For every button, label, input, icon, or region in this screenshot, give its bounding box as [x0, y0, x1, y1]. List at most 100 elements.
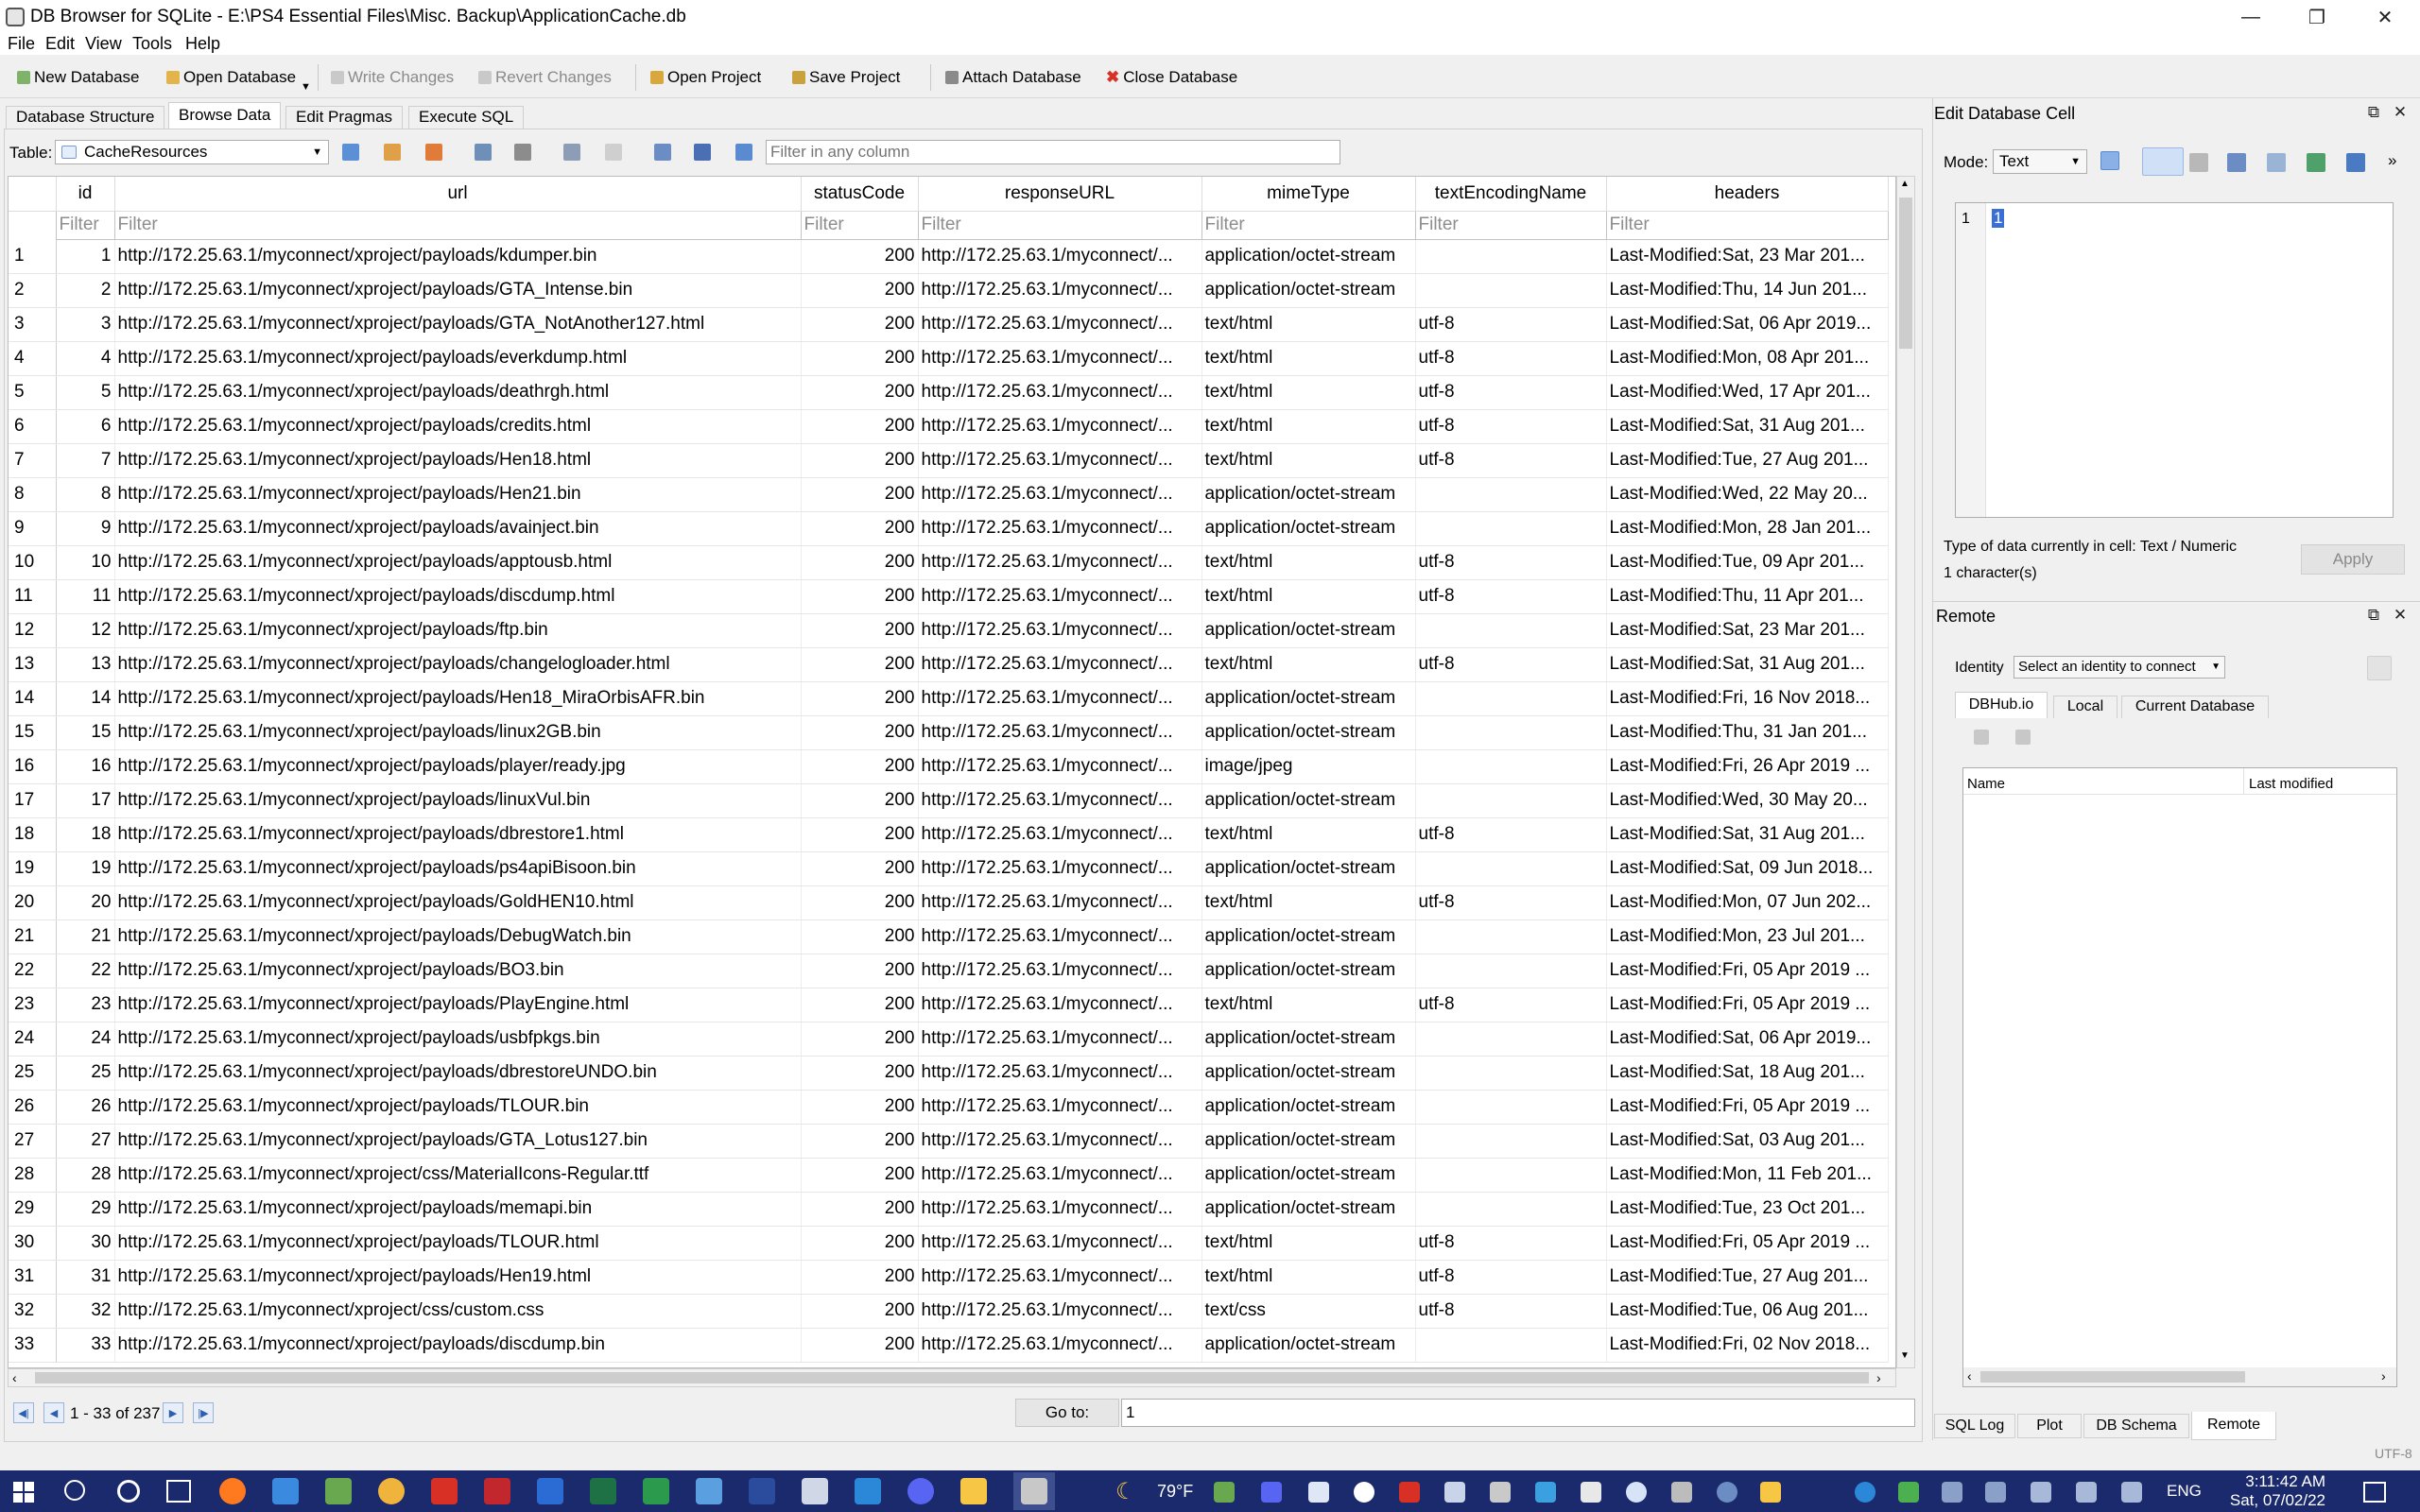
table-row[interactable]: 12 12 http://172.25.63.1/myconnect/xprojec… — [9, 613, 1889, 648]
row-number[interactable]: 19 — [9, 851, 57, 886]
cell-textencodingname[interactable] — [1415, 681, 1607, 716]
cell-mimetype[interactable]: application/octet-stream — [1201, 1192, 1416, 1227]
cell-statuscode[interactable]: 200 — [801, 307, 919, 342]
notification-center-icon[interactable] — [2363, 1482, 2386, 1503]
cell-headers[interactable]: Last-Modified:Tue, 09 Apr 201... — [1606, 545, 1889, 580]
cell-id[interactable]: 33 — [56, 1328, 115, 1363]
scroll-down-icon[interactable]: ▼ — [1900, 1350, 1910, 1361]
cell-url[interactable]: http://172.25.63.1/myconnect/xproject/pa… — [114, 1022, 802, 1057]
cell-url[interactable]: http://172.25.63.1/myconnect/xproject/pa… — [114, 511, 802, 546]
cell-mimetype[interactable]: text/html — [1201, 579, 1416, 614]
table-row[interactable]: 24 24 http://172.25.63.1/myconnect/xprojec… — [9, 1022, 1889, 1057]
save-project-button[interactable]: Save Project — [792, 66, 900, 89]
battery-icon[interactable] — [2121, 1482, 2142, 1503]
cell-statuscode[interactable]: 200 — [801, 749, 919, 784]
cell-headers[interactable]: Last-Modified:Sat, 06 Apr 2019... — [1606, 1022, 1889, 1057]
cell-statuscode[interactable]: 200 — [801, 1022, 919, 1057]
cell-id[interactable]: 2 — [56, 273, 115, 308]
app-icon[interactable] — [537, 1478, 563, 1504]
cell-responseurl[interactable]: http://172.25.63.1/myconnect/... — [918, 749, 1202, 784]
cell-headers[interactable]: Last-Modified:Fri, 05 Apr 2019 ... — [1606, 1226, 1889, 1261]
weather-icon[interactable]: ☾ — [1115, 1478, 1136, 1505]
column-header-textencodingname[interactable]: textEncodingName — [1415, 177, 1607, 212]
tray-app-icon[interactable] — [1760, 1482, 1781, 1503]
app-icon[interactable] — [325, 1478, 352, 1504]
cell-url[interactable]: http://172.25.63.1/myconnect/xproject/pa… — [114, 954, 802, 988]
cell-headers[interactable]: Last-Modified:Sat, 23 Mar 201... — [1606, 239, 1889, 274]
tray-app-icon[interactable] — [1671, 1482, 1692, 1503]
row-number[interactable]: 26 — [9, 1090, 57, 1125]
cell-textencodingname[interactable] — [1415, 1158, 1607, 1193]
cell-textencodingname[interactable] — [1415, 1124, 1607, 1159]
cell-headers[interactable]: Last-Modified:Sat, 09 Jun 2018... — [1606, 851, 1889, 886]
cell-textencodingname[interactable] — [1415, 749, 1607, 784]
table-row[interactable]: 25 25 http://172.25.63.1/myconnect/xprojec… — [9, 1056, 1889, 1091]
cell-id[interactable]: 17 — [56, 783, 115, 818]
cell-id[interactable]: 30 — [56, 1226, 115, 1261]
cell-url[interactable]: http://172.25.63.1/myconnect/xproject/pa… — [114, 988, 802, 1022]
cell-id[interactable]: 28 — [56, 1158, 115, 1193]
cell-statuscode[interactable]: 200 — [801, 1090, 919, 1125]
cell-responseurl[interactable]: http://172.25.63.1/myconnect/... — [918, 341, 1202, 376]
cell-responseurl[interactable]: http://172.25.63.1/myconnect/... — [918, 477, 1202, 512]
close-panel-icon[interactable]: ✕ — [2392, 104, 2409, 121]
cell-statuscode[interactable]: 200 — [801, 817, 919, 852]
close-panel-icon[interactable]: ✕ — [2392, 607, 2409, 624]
cell-mimetype[interactable]: application/octet-stream — [1201, 239, 1416, 274]
cell-url[interactable]: http://172.25.63.1/myconnect/xproject/pa… — [114, 443, 802, 478]
row-number[interactable]: 32 — [9, 1294, 57, 1329]
cell-responseurl[interactable]: http://172.25.63.1/myconnect/... — [918, 919, 1202, 954]
cell-headers[interactable]: Last-Modified:Mon, 28 Jan 201... — [1606, 511, 1889, 546]
float-panel-icon[interactable]: ⧉ — [2365, 104, 2382, 121]
table-row[interactable]: 27 27 http://172.25.63.1/myconnect/xprojec… — [9, 1124, 1889, 1159]
cell-responseurl[interactable]: http://172.25.63.1/myconnect/... — [918, 239, 1202, 274]
cell-mimetype[interactable]: application/octet-stream — [1201, 477, 1416, 512]
cell-url[interactable]: http://172.25.63.1/myconnect/xproject/pa… — [114, 681, 802, 716]
cell-mimetype[interactable]: text/html — [1201, 817, 1416, 852]
clear-sorting-icon[interactable] — [384, 144, 401, 161]
cell-url[interactable]: http://172.25.63.1/myconnect/xproject/pa… — [114, 749, 802, 784]
cell-mimetype[interactable]: application/octet-stream — [1201, 613, 1416, 648]
cell-headers[interactable]: Last-Modified:Fri, 05 Apr 2019 ... — [1606, 988, 1889, 1022]
row-number[interactable]: 22 — [9, 954, 57, 988]
cell-statuscode[interactable]: 200 — [801, 851, 919, 886]
cell-headers[interactable]: Last-Modified:Wed, 30 May 20... — [1606, 783, 1889, 818]
cell-textencodingname[interactable]: utf-8 — [1415, 307, 1607, 342]
tray-app-icon[interactable] — [1942, 1482, 1962, 1503]
cell-id[interactable]: 22 — [56, 954, 115, 988]
row-number[interactable]: 9 — [9, 511, 57, 546]
filter-input-mimetype[interactable]: Filter — [1201, 210, 1416, 240]
cell-url[interactable]: http://172.25.63.1/myconnect/xproject/pa… — [114, 239, 802, 274]
cell-textencodingname[interactable] — [1415, 954, 1607, 988]
cell-responseurl[interactable]: http://172.25.63.1/myconnect/... — [918, 443, 1202, 478]
table-row[interactable]: 21 21 http://172.25.63.1/myconnect/xprojec… — [9, 919, 1889, 954]
cell-mimetype[interactable]: application/octet-stream — [1201, 919, 1416, 954]
cell-responseurl[interactable]: http://172.25.63.1/myconnect/... — [918, 1124, 1202, 1159]
cell-id[interactable]: 7 — [56, 443, 115, 478]
table-row[interactable]: 33 33 http://172.25.63.1/myconnect/xprojec… — [9, 1328, 1889, 1363]
row-number[interactable]: 14 — [9, 681, 57, 716]
tab-remote[interactable]: Remote — [2191, 1412, 2276, 1440]
cell-url[interactable]: http://172.25.63.1/myconnect/xproject/pa… — [114, 1328, 802, 1363]
cell-responseurl[interactable]: http://172.25.63.1/myconnect/... — [918, 1226, 1202, 1261]
cell-responseurl[interactable]: http://172.25.63.1/myconnect/... — [918, 988, 1202, 1022]
cell-url[interactable]: http://172.25.63.1/myconnect/xproject/pa… — [114, 1090, 802, 1125]
acrobat-icon[interactable] — [1399, 1482, 1420, 1503]
cell-textencodingname[interactable]: utf-8 — [1415, 409, 1607, 444]
remote-tab-current-database[interactable]: Current Database — [2121, 696, 2269, 718]
cell-id[interactable]: 9 — [56, 511, 115, 546]
table-row[interactable]: 9 9 http://172.25.63.1/myconnect/xproject/… — [9, 511, 1889, 546]
cell-url[interactable]: http://172.25.63.1/myconnect/xproject/pa… — [114, 613, 802, 648]
cell-id[interactable]: 25 — [56, 1056, 115, 1091]
cell-id[interactable]: 21 — [56, 919, 115, 954]
identity-select[interactable]: Select an identity to connect ▼ — [2014, 656, 2225, 679]
app-icon[interactable] — [643, 1478, 669, 1504]
table-row[interactable]: 1 1 http://172.25.63.1/myconnect/xproject/… — [9, 239, 1889, 274]
cell-responseurl[interactable]: http://172.25.63.1/myconnect/... — [918, 409, 1202, 444]
tray-app-icon[interactable] — [1985, 1482, 2006, 1503]
row-number[interactable]: 4 — [9, 341, 57, 376]
cell-responseurl[interactable]: http://172.25.63.1/myconnect/... — [918, 1158, 1202, 1193]
cell-mimetype[interactable]: application/octet-stream — [1201, 1328, 1416, 1363]
filter-input-responseurl[interactable]: Filter — [917, 210, 1202, 240]
cell-headers[interactable]: Last-Modified:Wed, 22 May 20... — [1606, 477, 1889, 512]
